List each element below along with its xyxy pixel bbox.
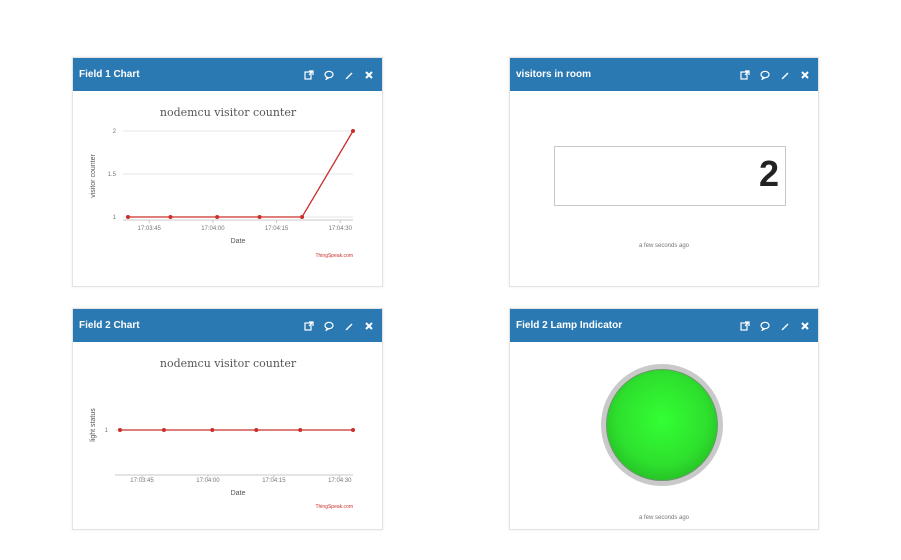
line-chart: nodemcu visitor counter 1 1.5 2 17:03:45 17:0… (90, 106, 355, 259)
chart-credit: ThingSpeak.com (315, 504, 353, 510)
pencil-icon[interactable] (344, 70, 354, 80)
widget-body: 2 a few seconds ago (510, 91, 818, 286)
y-axis-label: light status (90, 408, 97, 442)
data-point (300, 215, 305, 219)
chart-credit: ThingSpeak.com (315, 253, 353, 259)
x-tick-label: 17:04:00 (196, 478, 220, 484)
lamp-indicator (601, 364, 723, 486)
widget-header: visitors in room (510, 58, 818, 91)
widget-body: nodemcu visitor counter 1 1.5 2 17:03:45 17:0… (73, 91, 382, 286)
x-tick-label: 17:04:30 (328, 478, 352, 484)
line-chart: nodemcu visitor counter 1 17:03:45 17:04:00… (90, 357, 355, 510)
visitors-widget: visitors in room 2 a few seconds ago (509, 57, 819, 287)
comment-icon[interactable] (760, 70, 770, 80)
y-axis-label: visitor counter (90, 154, 97, 198)
y-tick-label: 2 (113, 129, 117, 135)
x-tick-label: 17:04:00 (201, 226, 225, 232)
chart-title: nodemcu visitor counter (160, 106, 297, 119)
numeric-display: 2 (554, 146, 786, 206)
widget-title: visitors in room (516, 69, 592, 80)
data-point (161, 428, 166, 432)
external-link-icon[interactable] (740, 320, 750, 331)
data-point (118, 428, 122, 432)
widget-header: Field 1 Chart (73, 58, 382, 91)
y-tick-label: 1 (105, 428, 109, 434)
y-tick-label: 1 (113, 215, 117, 221)
close-icon[interactable] (364, 321, 374, 331)
field2-chart-widget: Field 2 Chart nodemcu visitor counter 1 17… (72, 308, 383, 530)
close-icon[interactable] (800, 321, 810, 331)
comment-icon[interactable] (324, 321, 334, 331)
comment-icon[interactable] (760, 321, 770, 331)
visitor-count-value: 2 (758, 153, 779, 194)
y-tick-label: 1.5 (108, 172, 117, 178)
last-updated-text: a few seconds ago (638, 515, 690, 521)
x-tick-label: 17:03:45 (130, 478, 154, 484)
widget-body: a few seconds ago (510, 342, 818, 529)
widget-header: Field 2 Chart (73, 309, 382, 342)
widget-title: Field 2 Lamp Indicator (516, 320, 623, 331)
data-point (126, 215, 130, 219)
pencil-icon[interactable] (780, 70, 790, 80)
widget-header: Field 2 Lamp Indicator (510, 309, 818, 342)
last-updated-text: a few seconds ago (638, 243, 690, 249)
close-icon[interactable] (364, 70, 374, 80)
external-link-icon[interactable] (304, 69, 314, 80)
chart-title: nodemcu visitor counter (160, 357, 297, 370)
data-point (168, 215, 173, 219)
x-tick-label: 17:04:15 (262, 478, 286, 484)
data-point (351, 428, 355, 432)
x-axis-label: Date (231, 490, 246, 497)
widget-title: Field 1 Chart (79, 69, 140, 80)
pencil-icon[interactable] (344, 321, 354, 331)
widget-title: Field 2 Chart (79, 320, 140, 331)
close-icon[interactable] (800, 70, 810, 80)
external-link-icon[interactable] (304, 320, 314, 331)
data-point (351, 129, 355, 133)
lamp-widget: Field 2 Lamp Indicator a few seconds ago (509, 308, 819, 530)
data-point (257, 215, 262, 219)
widget-body: nodemcu visitor counter 1 17:03:45 17:04:00… (73, 342, 382, 529)
data-point (298, 428, 303, 432)
x-tick-label: 17:04:30 (329, 226, 353, 232)
x-tick-label: 17:04:15 (265, 226, 289, 232)
pencil-icon[interactable] (780, 321, 790, 331)
x-tick-label: 17:03:45 (138, 226, 162, 232)
data-point (254, 428, 259, 432)
data-point (215, 215, 220, 219)
comment-icon[interactable] (324, 70, 334, 80)
x-axis-label: Date (231, 238, 246, 245)
external-link-icon[interactable] (740, 69, 750, 80)
lamp-light (606, 369, 718, 481)
data-point (210, 428, 215, 432)
field1-chart-widget: Field 1 Chart nodemcu visitor counter 1 1.… (72, 57, 383, 287)
